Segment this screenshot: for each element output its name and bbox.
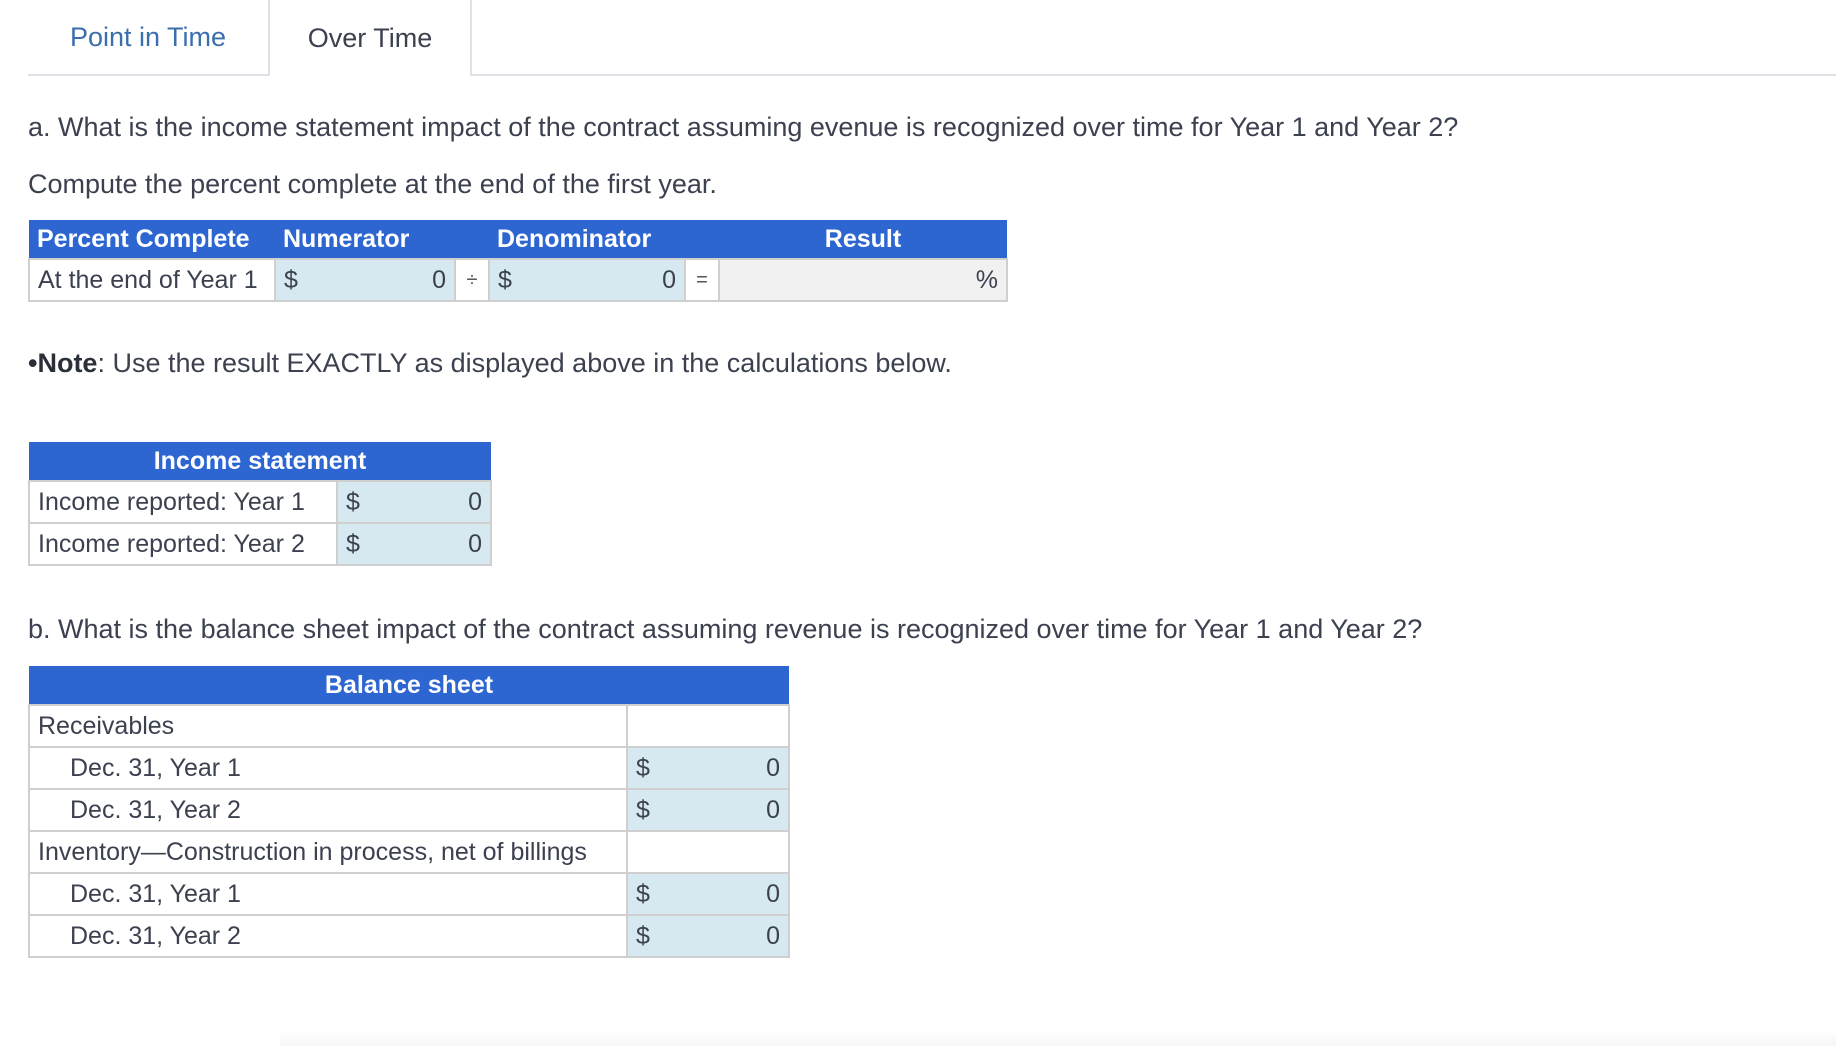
result-output: %	[718, 258, 1008, 302]
header-numerator: Numerator	[275, 220, 455, 259]
table-row: Dec. 31, Year 2 $ 0	[28, 788, 790, 832]
question-a: a. What is the income statement impact o…	[28, 112, 1459, 142]
row-label: At the end of Year 1	[28, 258, 276, 302]
tab-over-time[interactable]: Over Time	[268, 0, 472, 76]
income-statement-header: Income statement	[29, 442, 491, 481]
income-year1-input[interactable]: $ 0	[336, 480, 492, 524]
inventory-year2-value: 0	[766, 921, 780, 950]
header-result: Result	[719, 220, 1007, 259]
table-row: Dec. 31, Year 2 $ 0	[28, 914, 790, 958]
percent-complete-row: At the end of Year 1 $ 0 ÷ $ 0 = %	[28, 258, 1008, 302]
note-label: Note	[37, 348, 98, 378]
table-row: Dec. 31, Year 1 $ 0	[28, 872, 790, 916]
income-year2-input[interactable]: $ 0	[336, 522, 492, 566]
currency-symbol: $	[636, 753, 650, 782]
income-statement-table: Income statement Income reported: Year 1…	[28, 442, 492, 566]
percent-complete-header-row: Percent Complete Numerator Denominator R…	[29, 220, 1007, 259]
empty-cell	[626, 704, 790, 748]
income-year1-value: 0	[468, 487, 482, 516]
section-row-receivables: Receivables	[28, 704, 790, 748]
inventory-year1-label: Dec. 31, Year 1	[28, 872, 628, 916]
tab-bar: Point in Time Over Time	[28, 0, 1836, 76]
currency-symbol: $	[346, 487, 360, 516]
note: •Note: Use the result EXACTLY as display…	[28, 348, 952, 379]
section-label-receivables: Receivables	[28, 704, 628, 748]
receivables-year1-value: 0	[766, 753, 780, 782]
currency-symbol: $	[636, 879, 650, 908]
denominator-value: 0	[662, 265, 676, 294]
income-year2-value: 0	[468, 529, 482, 558]
table-row: Income reported: Year 1 $ 0	[28, 480, 492, 524]
balance-sheet-table: Balance sheet Receivables Dec. 31, Year …	[28, 666, 790, 958]
tab-point-in-time[interactable]: Point in Time	[28, 0, 268, 74]
header-spacer	[455, 220, 489, 259]
receivables-year2-value: 0	[766, 795, 780, 824]
equals-symbol: =	[684, 258, 720, 302]
note-text: : Use the result EXACTLY as displayed ab…	[97, 348, 952, 378]
currency-symbol: $	[636, 795, 650, 824]
bottom-fade	[280, 1030, 1836, 1046]
section-row-inventory: Inventory—Construction in process, net o…	[28, 830, 790, 874]
header-denominator: Denominator	[489, 220, 685, 259]
table-row: Dec. 31, Year 1 $ 0	[28, 746, 790, 790]
currency-symbol: $	[346, 529, 360, 558]
currency-symbol: $	[498, 265, 512, 294]
currency-symbol: $	[284, 265, 298, 294]
balance-header-row: Balance sheet	[29, 666, 789, 705]
inventory-year1-value: 0	[766, 879, 780, 908]
instruction-percent-complete: Compute the percent complete at the end …	[28, 169, 717, 199]
currency-symbol: $	[636, 921, 650, 950]
numerator-input[interactable]: $ 0	[274, 258, 456, 302]
section-label-inventory: Inventory—Construction in process, net o…	[28, 830, 628, 874]
inventory-year1-input[interactable]: $ 0	[626, 872, 790, 916]
receivables-year2-label: Dec. 31, Year 2	[28, 788, 628, 832]
numerator-value: 0	[432, 265, 446, 294]
income-year1-label: Income reported: Year 1	[28, 480, 338, 524]
header-percent-complete: Percent Complete	[29, 220, 275, 259]
income-header-row: Income statement	[29, 442, 491, 481]
divide-symbol: ÷	[454, 258, 490, 302]
header-spacer	[685, 220, 719, 259]
receivables-year1-label: Dec. 31, Year 1	[28, 746, 628, 790]
empty-cell	[626, 830, 790, 874]
receivables-year2-input[interactable]: $ 0	[626, 788, 790, 832]
percent-unit: %	[975, 265, 998, 294]
income-year2-label: Income reported: Year 2	[28, 522, 338, 566]
table-row: Income reported: Year 2 $ 0	[28, 522, 492, 566]
percent-complete-table: Percent Complete Numerator Denominator R…	[28, 220, 1008, 302]
inventory-year2-input[interactable]: $ 0	[626, 914, 790, 958]
question-b: b. What is the balance sheet impact of t…	[28, 614, 1423, 644]
inventory-year2-label: Dec. 31, Year 2	[28, 914, 628, 958]
denominator-input[interactable]: $ 0	[488, 258, 686, 302]
balance-sheet-header: Balance sheet	[29, 666, 789, 705]
receivables-year1-input[interactable]: $ 0	[626, 746, 790, 790]
